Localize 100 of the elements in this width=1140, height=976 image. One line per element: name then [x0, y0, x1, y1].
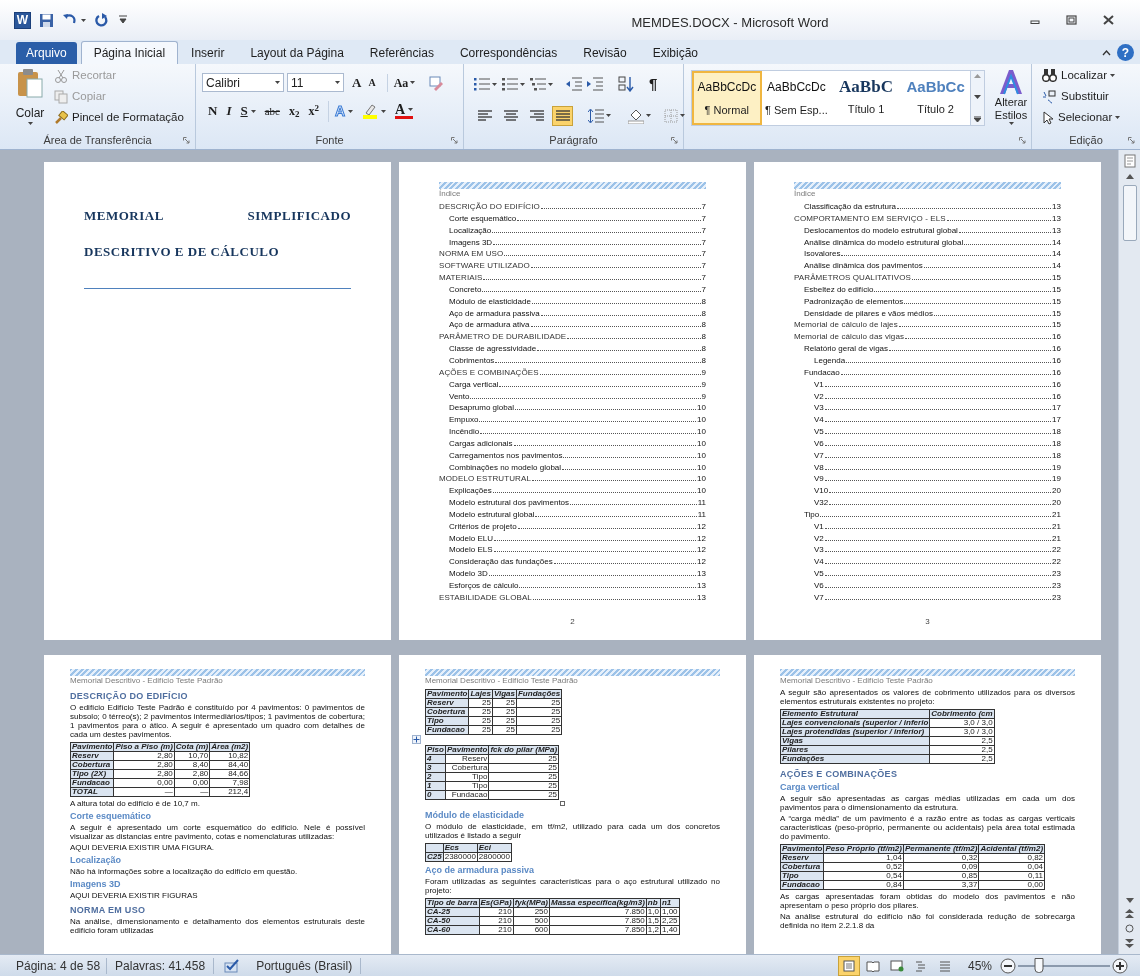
toc-entry[interactable]: Modelo estrutural global [449, 509, 535, 519]
toc-entry[interactable]: Densidade de pilares e vãos médios [804, 308, 933, 318]
scroll-up-icon[interactable] [1125, 174, 1134, 179]
toc-entry[interactable]: DESCRIÇÃO DO EDIFÍCIO [439, 202, 540, 211]
toc-entry[interactable]: NORMA EM USO [439, 249, 504, 259]
toc-entry[interactable]: Imagens 3D [449, 237, 493, 247]
redo-icon[interactable] [94, 13, 109, 27]
caret-icon[interactable] [1115, 116, 1121, 119]
toc-entry[interactable]: Aço de armadura passiva [449, 308, 540, 318]
caret-icon[interactable] [520, 82, 525, 86]
toc-entry[interactable]: Fundacao [804, 367, 840, 377]
align-justify-button[interactable] [552, 105, 573, 126]
change-styles-button[interactable]: Alterar Estilos [991, 68, 1031, 132]
font-color-button[interactable]: A [395, 103, 414, 119]
toc-entry[interactable]: Memorial de cálculo de lajes [794, 320, 898, 330]
ribbon-tab[interactable]: Revisão [570, 42, 640, 64]
line-spacing-icon[interactable] [588, 108, 604, 123]
numbering-icon[interactable] [502, 77, 518, 92]
font-name-field[interactable]: Calibri [202, 73, 284, 93]
toc-entry[interactable]: Vento [449, 391, 470, 401]
dialog-launcher-icon[interactable] [183, 137, 190, 144]
toc-entry[interactable]: Incêndio [449, 427, 480, 437]
toc-entry[interactable]: Modelo 3D [449, 569, 488, 579]
style-gallery-item[interactable]: AaBbC Título 1 [831, 71, 901, 125]
toc-entry[interactable]: AÇÕES E COMBINAÇÕES [439, 367, 539, 377]
paste-button[interactable]: Colar [10, 64, 50, 132]
toc-entry[interactable]: ESTABILIDADE GLOBAL [439, 592, 532, 602]
toc-entry[interactable]: Legenda [814, 355, 846, 365]
toc-entry[interactable]: Classe de agressividade [449, 344, 537, 354]
toc-entry[interactable]: V2 [814, 391, 824, 401]
scroll-up-icon[interactable] [974, 74, 982, 78]
scroll-down-icon[interactable] [974, 95, 982, 99]
toc-entry[interactable]: Classificação da estrutura [804, 202, 897, 211]
toc-entry[interactable]: V3 [814, 545, 824, 555]
strikethrough-button[interactable]: abc [264, 102, 280, 120]
toc-entry[interactable]: MATERIAIS [439, 273, 483, 283]
toc-entry[interactable]: Esbeltez do edifício [804, 284, 874, 294]
toc-entry[interactable]: V32 [814, 498, 829, 508]
toc-entry[interactable]: V4 [814, 557, 824, 567]
toc-entry[interactable]: COMPORTAMENTO EM SERVIÇO - ELS [794, 213, 946, 223]
toc-entry[interactable]: V7 [814, 592, 824, 602]
toc-entry[interactable]: Critérios de projeto [449, 521, 517, 531]
toc-entry[interactable]: Cobrimentos [449, 355, 495, 365]
caret-icon[interactable] [680, 114, 685, 117]
toc-entry[interactable]: V6 [814, 581, 824, 590]
style-gallery-item[interactable]: AaBbCcDc ¶ Normal [692, 71, 762, 125]
toc-entry[interactable]: Combinações no modelo global [449, 462, 562, 472]
page-count-button[interactable]: Página: 4 de 58 [10, 955, 107, 976]
toc-entry[interactable]: V1 [814, 379, 824, 389]
toc-entry[interactable]: Tipo [804, 509, 820, 519]
toc-entry[interactable]: Modelo estrutural dos pavimentos [449, 498, 570, 508]
file-menu-button[interactable]: Arquivo [16, 42, 77, 64]
caret-icon[interactable] [408, 108, 414, 111]
change-case-button[interactable]: Aa [386, 73, 418, 92]
toc-entry[interactable]: Cargas adicionais [449, 438, 513, 448]
toc-entry[interactable]: Deslocamentos do modelo estrutural global [804, 225, 958, 235]
toc-entry[interactable]: V5 [814, 569, 824, 579]
ribbon-tab[interactable]: Correspondências [446, 42, 571, 64]
style-gallery-item[interactable]: AaBbCc Título 2 [900, 71, 971, 125]
proofing-check-icon[interactable] [222, 958, 241, 973]
save-icon[interactable] [39, 12, 54, 28]
shading-icon[interactable] [628, 107, 644, 124]
browse-object-icon[interactable] [1125, 924, 1134, 933]
caret-icon[interactable] [410, 81, 416, 85]
help-button[interactable]: ? [1117, 44, 1134, 61]
toc-entry[interactable]: Corte esquemático [449, 213, 517, 223]
caret-icon[interactable] [348, 109, 354, 113]
caret-icon[interactable] [250, 109, 256, 113]
customize-menu-icon[interactable] [119, 15, 127, 25]
caret-icon[interactable] [1110, 74, 1116, 77]
toc-entry[interactable]: V3 [814, 403, 824, 413]
caret-icon[interactable] [606, 114, 611, 117]
toc-entry[interactable]: Análise dinâmica do modelo estrutural global [804, 237, 964, 247]
dialog-launcher-icon[interactable] [1019, 137, 1026, 144]
toc-entry[interactable]: Modelo ELU [449, 533, 494, 543]
toc-entry[interactable]: V6 [814, 438, 824, 448]
caret-icon[interactable] [548, 82, 553, 86]
toc-entry[interactable]: Aço de armadura ativa [449, 320, 530, 330]
caret-icon[interactable] [275, 81, 280, 85]
toc-entry[interactable]: V1 [814, 521, 824, 531]
shrink-font-button[interactable]: A [366, 75, 378, 91]
ribbon-tab[interactable]: Layout da Página [237, 42, 357, 64]
dialog-launcher-icon[interactable] [671, 137, 678, 144]
toc-entry[interactable]: Memorial de cálculo das vigas [794, 332, 905, 342]
caret-icon[interactable] [335, 81, 340, 85]
word-count-button[interactable]: Palavras: 41.458 [107, 955, 214, 976]
bullets-icon[interactable] [474, 77, 490, 92]
format-painter-button[interactable]: Pincel de Formatação [54, 107, 184, 128]
multilevel-list-icon[interactable] [530, 77, 546, 92]
next-page-icon[interactable] [1125, 939, 1134, 948]
increase-indent-icon[interactable] [587, 77, 603, 92]
decrease-indent-icon[interactable] [566, 77, 582, 92]
zoom-level-button[interactable]: 45% [967, 956, 992, 975]
language-button[interactable]: Português (Brasil) [248, 955, 361, 976]
toc-entry[interactable]: V9 [814, 474, 824, 484]
dialog-launcher-icon[interactable] [1128, 137, 1135, 144]
toc-entry[interactable]: Carga vertical [449, 379, 499, 389]
ribbon-tab[interactable]: Exibição [639, 42, 711, 64]
word-logo[interactable]: W [14, 11, 31, 29]
ruler-toggle-icon[interactable] [1123, 154, 1136, 168]
